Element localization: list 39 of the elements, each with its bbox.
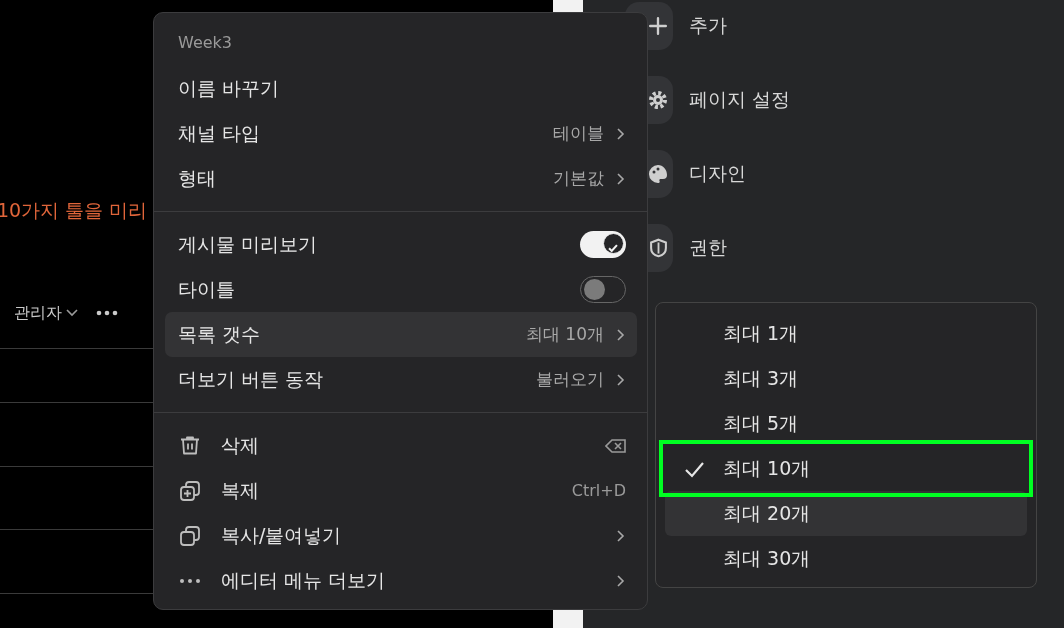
submenu-item[interactable]: 최대 30개 (665, 536, 1027, 581)
submenu-item[interactable]: 최대 10개 (665, 446, 1027, 491)
sidebar-item[interactable]: 페이지 설정 (689, 87, 791, 113)
more-icon[interactable] (96, 310, 118, 316)
sidebar-item[interactable]: 디자인 (689, 161, 746, 187)
menu-item[interactable]: 더보기 버튼 동작 불러오기 (165, 357, 637, 402)
menu-item[interactable]: 목록 갯수 최대 10개 (165, 312, 637, 357)
menu-item[interactable]: 복제 Ctrl+D (165, 468, 637, 513)
submenu-item[interactable]: 최대 5개 (665, 401, 1027, 446)
shield-icon (650, 238, 667, 258)
menu-item[interactable]: 삭제 (165, 423, 637, 468)
plus-icon (649, 17, 667, 35)
toggle-switch[interactable] (580, 231, 626, 258)
menu-item[interactable]: 복사/붙여넣기 (165, 513, 637, 558)
backspace-icon (605, 437, 626, 454)
menu-item[interactable]: 게시물 미리보기 (165, 222, 637, 267)
submenu-item[interactable]: 최대 3개 (665, 356, 1027, 401)
sidebar-item[interactable]: 추가 (689, 13, 727, 39)
menu-item[interactable]: 형태 기본값 (165, 156, 637, 201)
submenu-item[interactable]: 최대 20개 (665, 491, 1027, 536)
menu-item[interactable]: 타이틀 (165, 267, 637, 312)
menu-item[interactable]: 에디터 메뉴 더보기 (165, 558, 637, 603)
chevron-right-icon (616, 171, 626, 186)
toggle-switch[interactable] (580, 276, 626, 303)
trash-icon (180, 436, 200, 455)
duplicate-icon (180, 480, 200, 501)
chevron-down-icon (66, 309, 78, 317)
more-icon (180, 578, 200, 583)
menu-item[interactable]: 채널 타입 테이블 (165, 111, 637, 156)
checkmark-icon (608, 244, 618, 252)
menu-item[interactable]: 이름 바꾸기 (165, 66, 637, 111)
chevron-right-icon (616, 126, 626, 141)
chevron-right-icon (616, 372, 626, 387)
user-dropdown[interactable]: 관리자 (14, 302, 78, 324)
sidebar-item[interactable]: 권한 (689, 235, 727, 261)
menu-title: Week3 (177, 33, 233, 54)
submenu-item[interactable]: 최대 1개 (665, 311, 1027, 356)
copy-icon (180, 525, 200, 546)
chevron-right-icon (616, 327, 626, 342)
